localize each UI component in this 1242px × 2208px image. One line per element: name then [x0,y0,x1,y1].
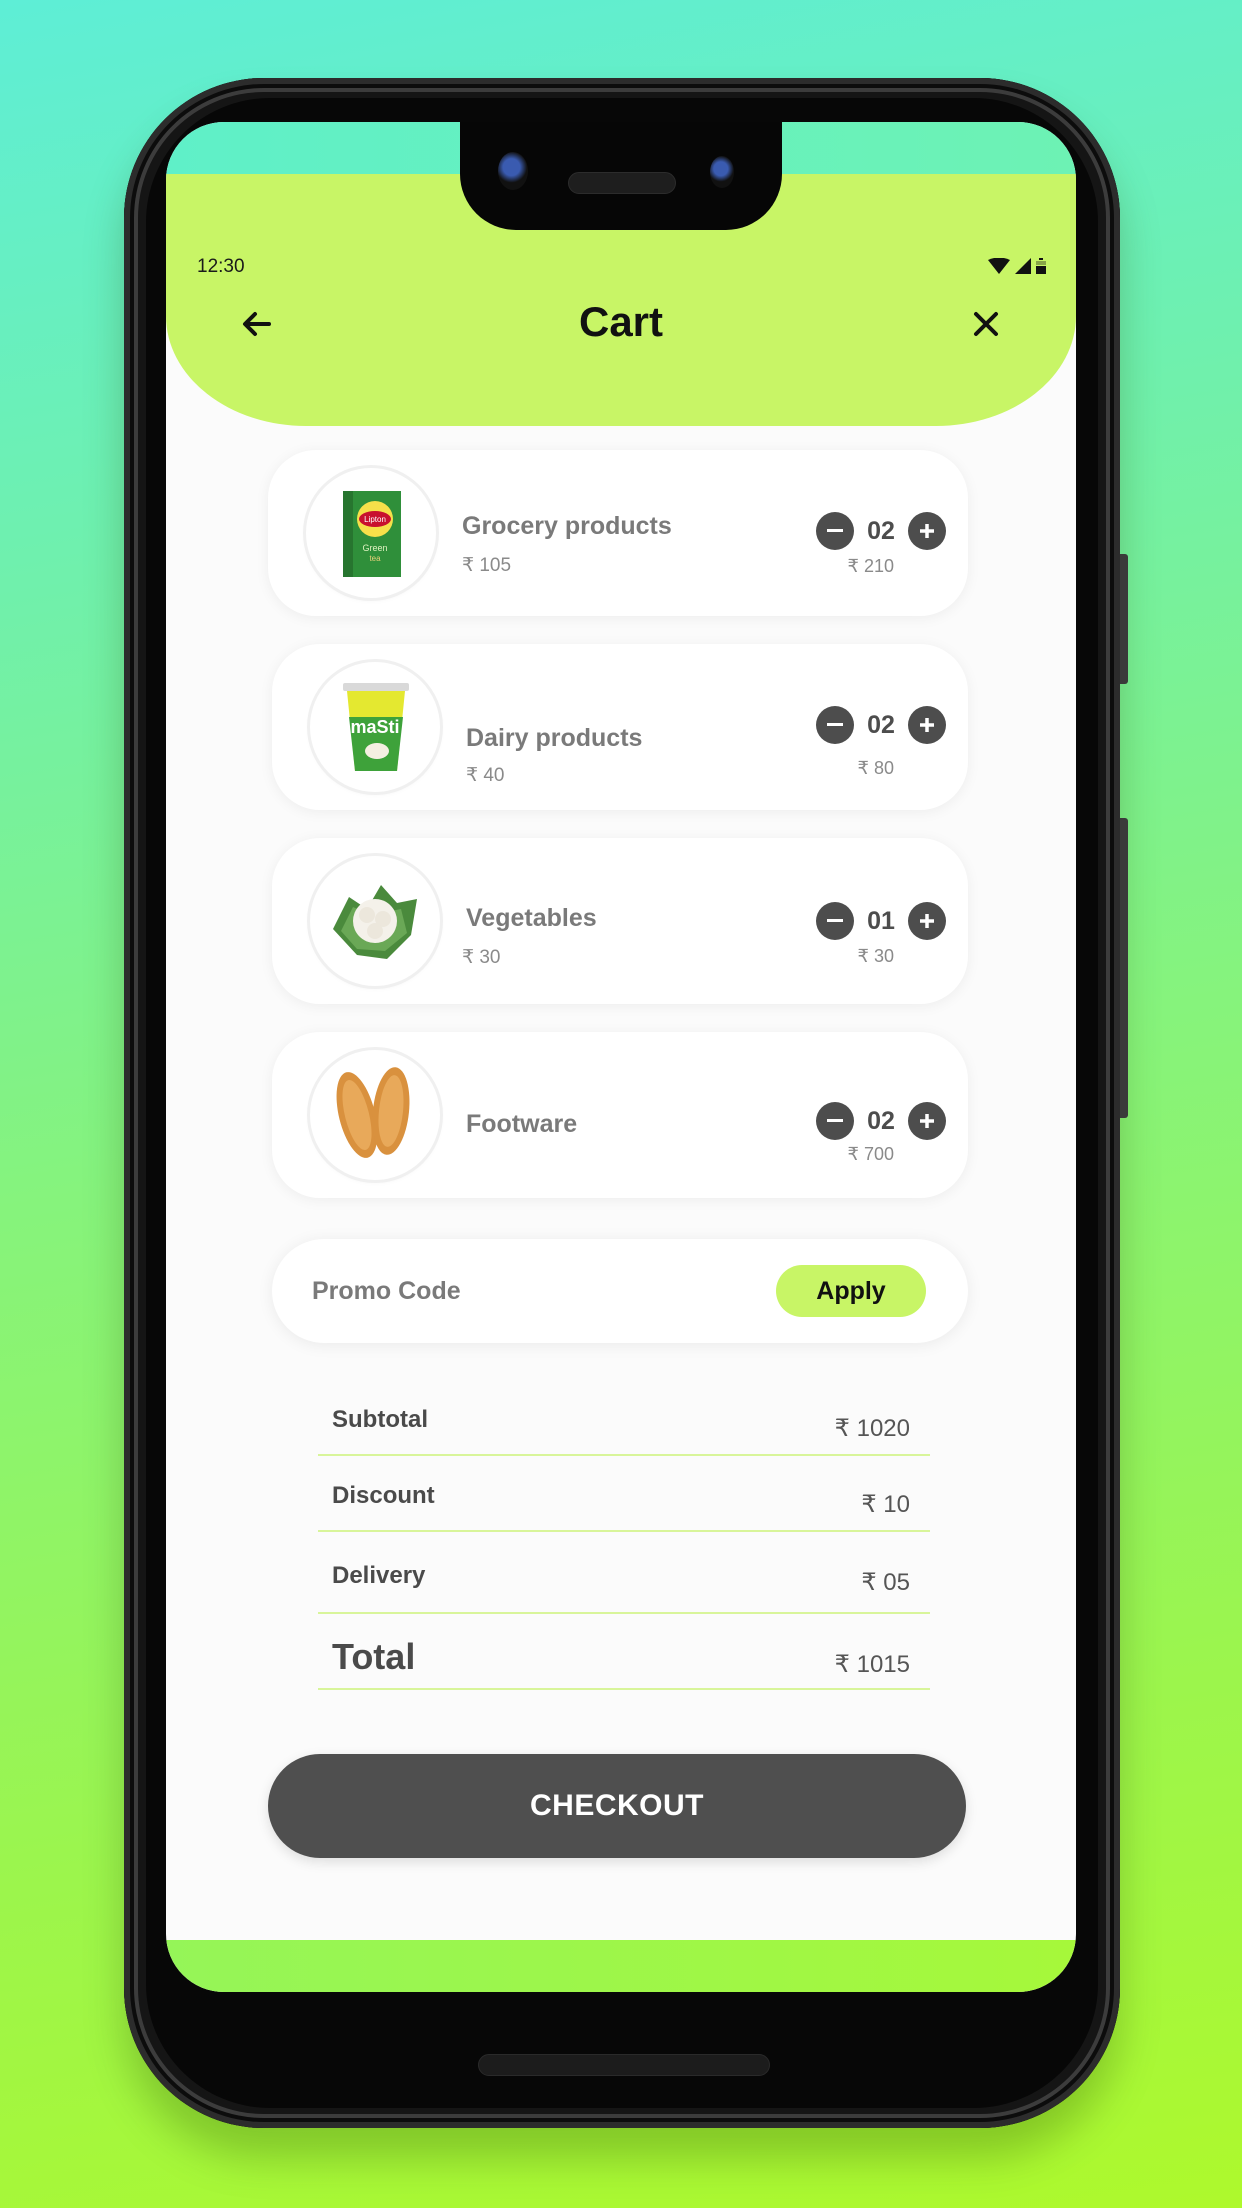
increase-quantity-button[interactable] [908,512,946,550]
summary-row-subtotal: Subtotal ₹ 1020 [318,1380,930,1456]
increase-quantity-button[interactable] [908,902,946,940]
cart-list: Lipton Green tea Grocery products ₹ 105 … [268,450,968,1226]
product-image-tea-box: Lipton Green tea [306,468,436,598]
item-line-total: ₹ 700 [847,1144,895,1164]
status-time: 12:30 [197,256,245,277]
quantity-stepper: 02 [816,1102,946,1140]
quantity-stepper: 01 [816,902,946,940]
item-unit-price: ₹ 30 [462,947,501,968]
minus-icon [827,529,843,532]
apply-promo-button[interactable]: Apply [776,1265,926,1317]
total-label: Total [332,1636,416,1677]
summary-label: Discount [332,1482,435,1509]
cart-item[interactable]: Vegetables ₹ 30 01 ₹ 30 [272,838,968,1004]
quantity-value: 01 [867,906,895,935]
svg-text:tea: tea [369,554,381,563]
svg-text:maSti: maSti [350,717,399,737]
item-name: Grocery products [462,512,672,540]
plus-icon [920,718,934,732]
item-line-total: ₹ 210 [847,556,895,576]
product-image-cauliflower [310,856,440,986]
quantity-stepper: 02 [816,512,946,550]
product-image-masti-cup: maSti [310,662,440,792]
item-unit-price: ₹ 105 [462,555,512,576]
svg-text:Green: Green [362,543,387,553]
summary-label: Delivery [332,1562,426,1589]
summary-value: ₹ 05 [861,1569,910,1596]
decrease-quantity-button[interactable] [816,706,854,744]
quantity-stepper: 02 [816,706,946,744]
total-value: ₹ 1015 [834,1651,910,1678]
increase-quantity-button[interactable] [908,706,946,744]
quantity-value: 02 [867,710,895,739]
cart-item[interactable]: maSti Dairy products ₹ 40 02 ₹ 80 [272,644,968,810]
volume-button [1120,818,1128,1118]
item-line-total: ₹ 30 [857,946,894,966]
item-name: Dairy products [466,724,643,752]
increase-quantity-button[interactable] [908,1102,946,1140]
quantity-value: 02 [867,1106,895,1135]
battery-icon [1036,258,1046,274]
front-sensor [710,156,734,188]
close-icon [973,311,999,342]
page-title: Cart [578,298,664,345]
product-image-sandals [310,1050,440,1180]
summary-value: ₹ 1020 [834,1415,910,1442]
summary-label: Subtotal [332,1406,428,1433]
promo-code-bar: Apply [272,1239,968,1343]
cart-item[interactable]: Footware 02 ₹ 700 [272,1032,968,1198]
power-button [1120,554,1128,684]
status-icons [988,258,1046,274]
order-summary: Subtotal ₹ 1020 Discount ₹ 10 Delivery ₹… [318,1380,930,1690]
checkout-button[interactable]: CHECKOUT [268,1754,966,1858]
minus-icon [827,1119,843,1122]
summary-value: ₹ 10 [861,1491,910,1518]
decrease-quantity-button[interactable] [816,902,854,940]
quantity-value: 02 [867,516,895,545]
cellular-signal-icon [1015,258,1031,274]
item-name: Vegetables [466,904,597,932]
item-name: Footware [466,1110,578,1138]
wifi-icon [988,258,1010,274]
plus-icon [920,914,934,928]
plus-icon [920,1114,934,1128]
decrease-quantity-button[interactable] [816,512,854,550]
item-unit-price: ₹ 40 [466,765,505,786]
summary-row-delivery: Delivery ₹ 05 [318,1532,930,1614]
summary-row-total: Total ₹ 1015 [318,1614,930,1690]
svg-text:Lipton: Lipton [364,515,386,524]
earpiece-speaker [568,172,676,194]
cart-item[interactable]: Lipton Green tea Grocery products ₹ 105 … [268,450,968,616]
plus-icon [920,524,934,538]
bottom-speaker [478,2054,770,2076]
screen-bottom-strip [166,1940,1076,1992]
camera-notch [460,122,782,230]
close-button[interactable] [966,306,1006,346]
decrease-quantity-button[interactable] [816,1102,854,1140]
promo-code-input[interactable] [312,1269,752,1313]
minus-icon [827,919,843,922]
app-screen: 12:30 Cart Lipton Green tea Grocery prod… [166,122,1076,1992]
minus-icon [827,723,843,726]
summary-row-discount: Discount ₹ 10 [318,1456,930,1532]
front-camera [498,152,528,190]
item-line-total: ₹ 80 [857,758,894,778]
